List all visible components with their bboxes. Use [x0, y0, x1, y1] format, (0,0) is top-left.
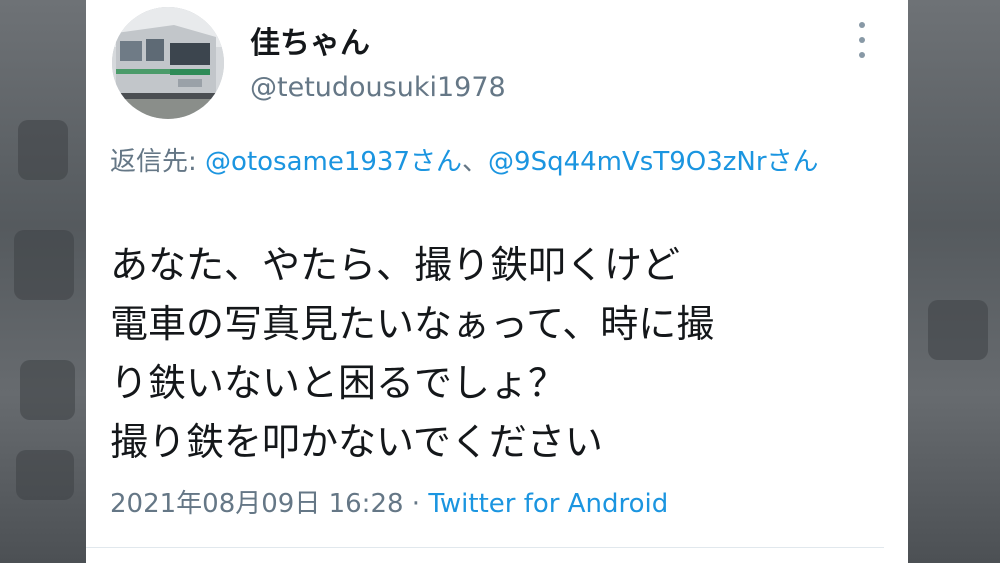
- blurred-background-right: [908, 0, 1000, 563]
- mention-separator: 、: [462, 147, 489, 177]
- tweet-line: 撮り鉄を叩かないでください: [110, 420, 603, 464]
- mention-link-2[interactable]: @9Sq44mVsT9O3zNrさん: [488, 147, 819, 177]
- reply-prefix: 返信先:: [110, 147, 206, 177]
- tweet-meta: 2021年08月09日 16:28 · Twitter for Android: [110, 483, 668, 520]
- avatar[interactable]: [112, 7, 224, 119]
- mention-link-1[interactable]: @otosame1937さん: [205, 147, 462, 177]
- tweet-line: 電車の写真見たいなぁって、時に撮: [110, 302, 715, 346]
- user-handle[interactable]: @tetudousuki1978: [250, 72, 506, 103]
- tweet-card: 佳ちゃん @tetudousuki1978 返信先: @otosame1937さ…: [86, 0, 908, 563]
- dot-icon: [859, 22, 865, 28]
- dot-icon: [859, 37, 865, 43]
- timestamp[interactable]: 2021年08月09日 16:28: [110, 489, 404, 519]
- display-name[interactable]: 佳ちゃん: [250, 18, 370, 62]
- tweet-line: り鉄いないと困るでしょ？: [110, 361, 567, 405]
- more-vertical-icon[interactable]: [852, 22, 872, 58]
- tweet-line: あなた、やたら、撮り鉄叩くけど: [110, 243, 681, 287]
- reply-to-line: 返信先: @otosame1937さん、@9Sq44mVsT9O3zNrさん: [110, 144, 880, 181]
- source-link[interactable]: Twitter for Android: [428, 489, 668, 519]
- divider: [86, 547, 884, 548]
- meta-dot: ·: [403, 489, 429, 519]
- blurred-background-left: [0, 0, 86, 563]
- dot-icon: [859, 52, 865, 58]
- tweet-text: あなた、やたら、撮り鉄叩くけど 電車の写真見たいなぁって、時に撮 り鉄いないと困…: [110, 236, 900, 472]
- train-photo-icon: [112, 7, 224, 119]
